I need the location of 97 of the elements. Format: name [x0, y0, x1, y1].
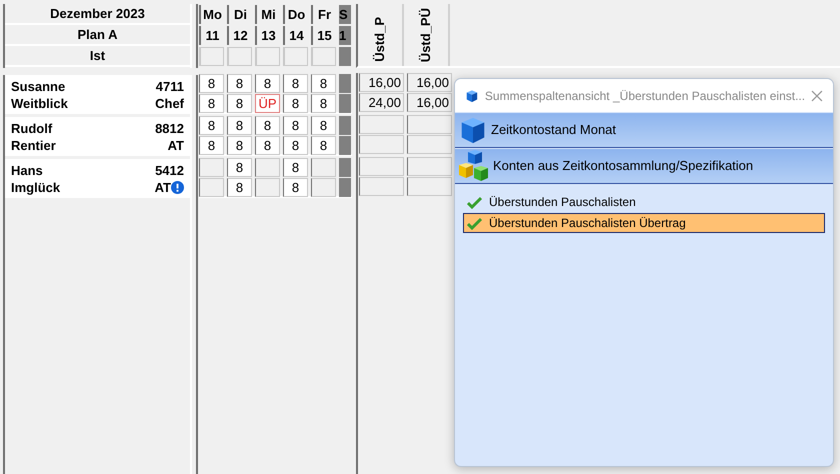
last-name: Rentier — [11, 136, 56, 154]
day-cell[interactable]: 8 — [311, 136, 336, 155]
employee-number: 8812 — [155, 120, 184, 136]
sum-cell — [359, 115, 404, 134]
day-cell[interactable]: 8 — [227, 136, 252, 155]
day-cell[interactable]: 8 — [227, 94, 252, 113]
weekend-cell — [339, 136, 351, 155]
employee-type: AT — [168, 136, 184, 154]
day-cell[interactable]: 8 — [283, 158, 308, 177]
actual-cell — [311, 47, 336, 66]
day-name: Mo — [199, 5, 224, 24]
info-icon — [171, 180, 184, 194]
day-cell[interactable]: 8 — [227, 158, 252, 177]
day-cell[interactable]: 8 — [199, 136, 224, 155]
last-name: Weitblick — [11, 94, 68, 112]
day-cell[interactable]: 8 — [227, 74, 252, 93]
day-name: Di — [227, 5, 252, 24]
day-cell — [199, 178, 224, 197]
day-date: 12 — [227, 26, 252, 45]
last-name: Imglück — [11, 178, 60, 196]
sum-cell — [407, 177, 452, 196]
sum-cell: 16,00 — [407, 93, 452, 112]
section-header[interactable]: Zeitkontostand Monat — [455, 113, 833, 148]
sum-cell — [359, 177, 404, 196]
actual-cell — [199, 47, 224, 66]
check-icon — [467, 216, 482, 230]
day-cell[interactable]: 8 — [283, 74, 308, 93]
day-name: Fr — [311, 5, 336, 24]
day-date: 15 — [311, 26, 336, 45]
day-cell[interactable]: 8 — [255, 136, 280, 155]
employee-number: 4711 — [156, 78, 184, 94]
weekend-cell — [339, 47, 351, 66]
first-name: Rudolf — [11, 120, 52, 136]
employee-number: 5412 — [155, 162, 184, 178]
day-cell[interactable]: 8 — [199, 94, 224, 113]
first-name: Susanne — [11, 78, 66, 94]
weekend-cell — [339, 74, 351, 93]
actual-cell — [227, 47, 252, 66]
actual-label: Ist — [90, 46, 106, 65]
day-cell[interactable]: 8 — [255, 74, 280, 93]
actual-cell — [255, 47, 280, 66]
dialog-title: Summenspaltenansicht _Überstunden Pauschalisten einst... — [484, 88, 806, 104]
employee-type: Chef — [155, 94, 184, 112]
day-cell[interactable]: 8 — [199, 74, 224, 93]
weekend-cell — [339, 158, 351, 177]
day-cell — [255, 158, 280, 177]
day-cell[interactable]: 8 — [283, 178, 308, 197]
weekend-cell — [339, 116, 351, 135]
list-item[interactable]: Überstunden Pauschalisten Übertrag — [463, 213, 825, 233]
day-name: Mi — [255, 5, 280, 24]
list-item[interactable]: Überstunden Pauschalisten — [463, 192, 825, 212]
cube-icon — [465, 88, 479, 102]
day-cell — [255, 178, 280, 197]
close-icon[interactable] — [811, 90, 823, 102]
day-date: 13 — [255, 26, 280, 45]
day-cell — [311, 158, 336, 177]
day-date: 11 — [199, 26, 224, 45]
day-cell[interactable]: 8 — [227, 116, 252, 135]
employee-type: AT — [154, 178, 171, 196]
day-name: Do — [283, 5, 308, 24]
section-header[interactable]: Konten aus Zeitkontosammlung/Spezifikation — [455, 149, 833, 184]
month-label: Dezember 2023 — [50, 4, 145, 23]
sum-cell — [359, 157, 404, 176]
employee-card[interactable]: Hans 5412 Imglück AT — [5, 159, 190, 198]
day-cell — [311, 178, 336, 197]
employee-card[interactable]: Rudolf 8812 Rentier AT — [5, 117, 190, 156]
sum-cell — [359, 135, 404, 154]
sum-cell: 16,00 — [407, 73, 452, 92]
plan-label: Plan A — [78, 26, 118, 44]
day-cell — [199, 158, 224, 177]
check-icon — [467, 196, 482, 208]
cubes-icon — [458, 150, 490, 182]
day-date: 1 — [339, 26, 351, 45]
day-cell[interactable]: 8 — [311, 94, 336, 113]
sum-cell: 16,00 — [359, 73, 404, 92]
weekend-cell — [339, 178, 351, 197]
day-cell[interactable]: 8 — [199, 116, 224, 135]
day-cell[interactable]: 8 — [311, 74, 336, 93]
employee-card[interactable]: Susanne 4711 Weitblick Chef — [5, 75, 190, 114]
sum-column-header: Üstd_P — [371, 17, 388, 62]
sum-cell — [407, 115, 452, 134]
day-cell[interactable]: ÜP — [255, 94, 280, 113]
sum-column-header: Üstd_PÜ — [417, 8, 434, 62]
day-name: S — [339, 5, 351, 24]
first-name: Hans — [11, 162, 43, 178]
day-cell[interactable]: 8 — [283, 116, 308, 135]
sum-cell — [407, 135, 452, 154]
day-date: 14 — [283, 26, 308, 45]
day-cell[interactable]: 8 — [283, 136, 308, 155]
sum-cell: 24,00 — [359, 93, 404, 112]
weekend-cell — [339, 94, 351, 113]
actual-cell — [283, 47, 308, 66]
day-cell[interactable]: 8 — [311, 116, 336, 135]
day-cell[interactable]: 8 — [255, 116, 280, 135]
day-cell[interactable]: 8 — [227, 178, 252, 197]
day-cell[interactable]: 8 — [283, 94, 308, 113]
sum-cell — [407, 157, 452, 176]
